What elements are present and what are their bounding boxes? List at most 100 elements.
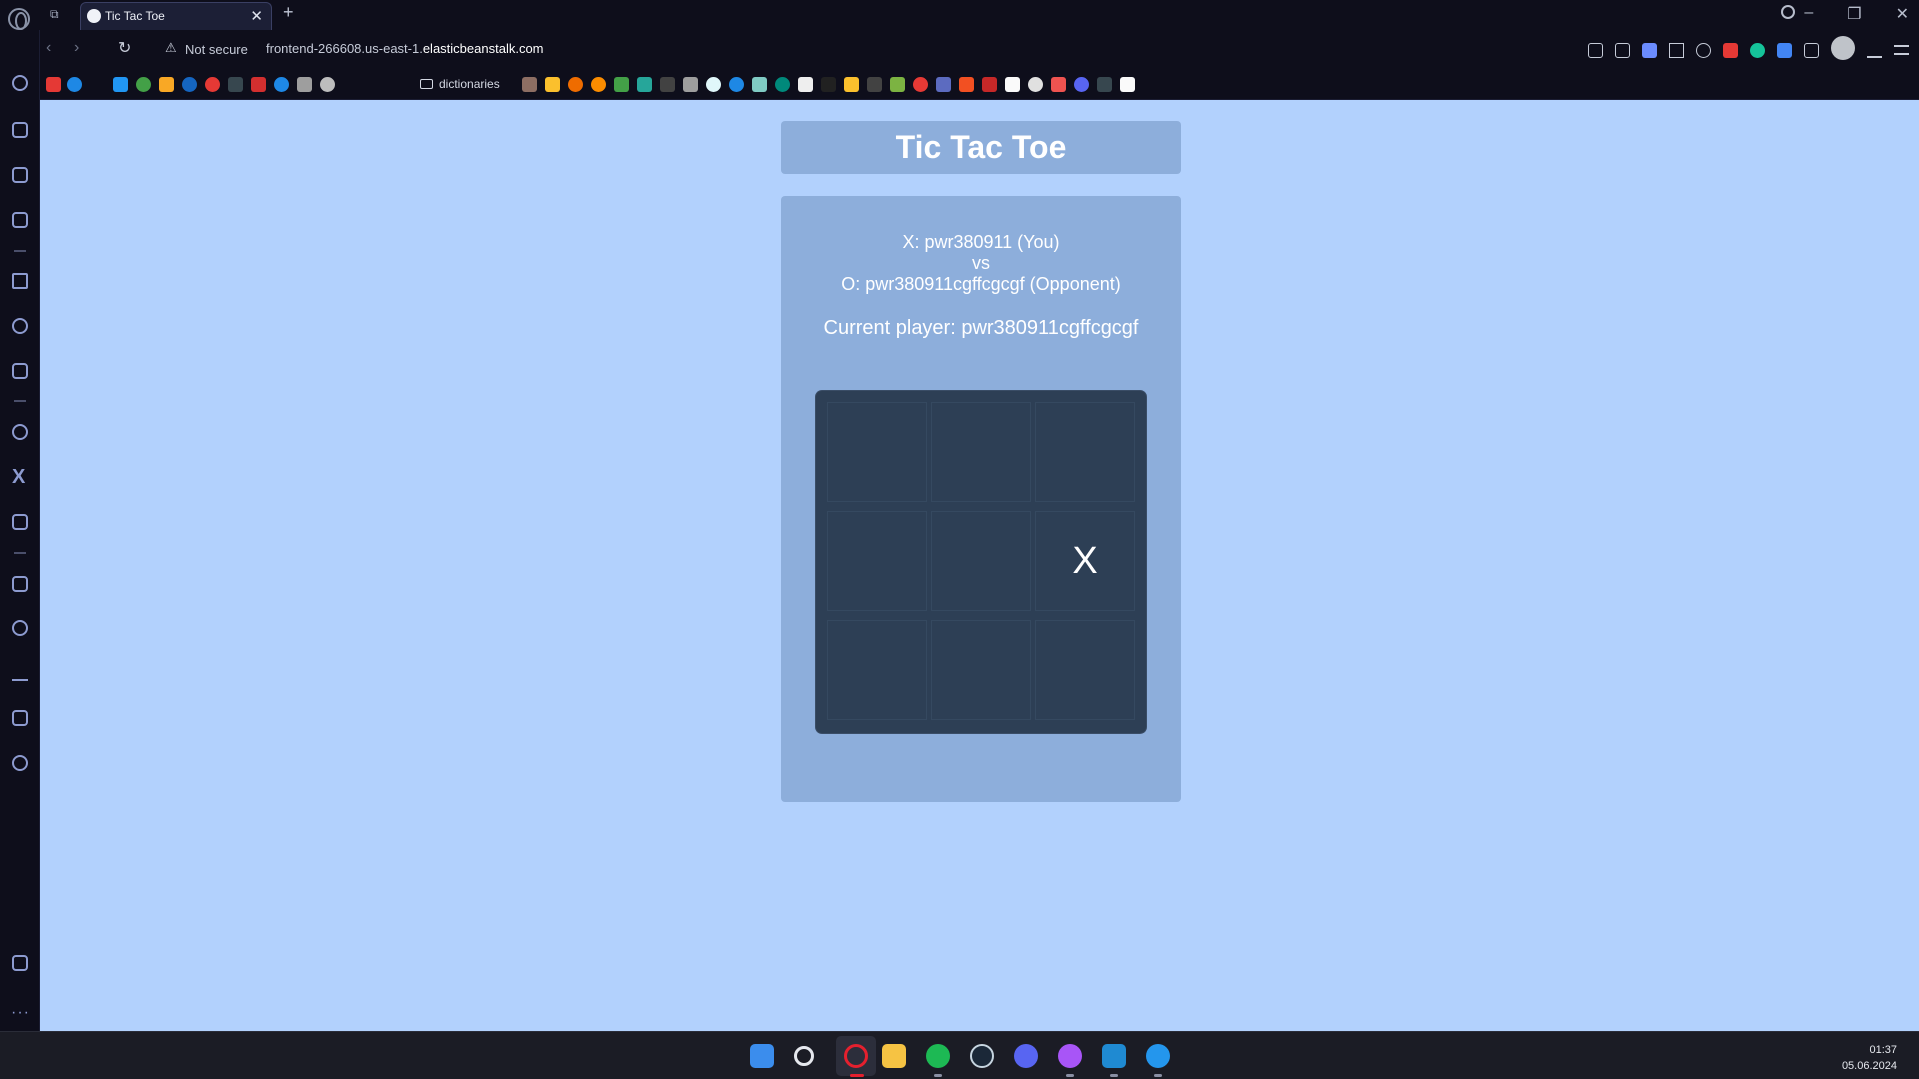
messenger-icon[interactable] <box>1058 1044 1082 1068</box>
bookmark-ring-icon[interactable] <box>775 77 790 92</box>
minimize-icon[interactable]: – <box>1804 4 1813 24</box>
tab-islands-icon[interactable]: ⧉ <box>50 7 66 21</box>
bookmark-play-icon[interactable] <box>182 77 197 92</box>
extensions-icon[interactable] <box>12 710 28 726</box>
bookmark-d-icon[interactable] <box>228 77 243 92</box>
workspace-icon[interactable] <box>12 212 28 228</box>
history-icon[interactable] <box>12 620 28 636</box>
chatgpt-icon[interactable] <box>12 318 28 334</box>
board-cell-2[interactable] <box>1035 402 1135 502</box>
camera-icon[interactable] <box>1615 42 1630 58</box>
board-cell-5[interactable]: X <box>1035 511 1135 611</box>
bookmark-n-icon[interactable] <box>1005 77 1020 92</box>
file-explorer-icon[interactable] <box>882 1044 906 1068</box>
my-flow-icon[interactable] <box>12 576 28 592</box>
bookmark-m-red-icon[interactable] <box>1051 77 1066 92</box>
edit-icon[interactable] <box>1588 42 1603 58</box>
grammarly-icon[interactable] <box>1750 42 1765 58</box>
tab-search-icon[interactable] <box>1781 5 1795 19</box>
extensions-cube-icon[interactable] <box>1804 42 1819 58</box>
reload-icon[interactable]: ↻ <box>118 38 131 58</box>
bookmark-w-icon[interactable] <box>545 77 560 92</box>
twitch-icon[interactable] <box>12 167 28 183</box>
speed-dial-icon[interactable] <box>12 75 28 91</box>
bookmark-pinterest-icon[interactable] <box>913 77 928 92</box>
messenger-sidebar-icon[interactable] <box>12 363 28 379</box>
restore-icon[interactable]: ❐ <box>1847 4 1861 24</box>
vpn-shield-icon[interactable] <box>1642 42 1657 58</box>
new-tab-button[interactable]: + <box>283 2 294 23</box>
system-clock[interactable]: 01:37 05.06.2024 <box>1842 1042 1897 1074</box>
bookmark-apps-icon[interactable] <box>113 77 128 92</box>
warning-icon[interactable]: ⚠ <box>165 40 177 56</box>
close-window-icon[interactable]: ✕ <box>1896 4 1909 24</box>
back-icon[interactable]: ‹ <box>46 39 51 57</box>
opera-gx-icon[interactable] <box>844 1044 868 1068</box>
bookmark-doc-icon[interactable] <box>660 77 675 92</box>
bookmark-b-white-icon[interactable] <box>1120 77 1135 92</box>
bookmark-people-icon[interactable] <box>936 77 951 92</box>
gallery-icon[interactable] <box>12 955 28 971</box>
discord-icon[interactable] <box>1014 1044 1038 1068</box>
bookmark-duolingo-icon[interactable] <box>890 77 905 92</box>
bookmark-crown-icon[interactable] <box>297 77 312 92</box>
steam-icon[interactable] <box>970 1044 994 1068</box>
shopping-icon[interactable] <box>12 122 28 138</box>
translate-icon[interactable] <box>1777 42 1792 58</box>
docker-icon[interactable] <box>1146 1044 1170 1068</box>
heart-icon[interactable] <box>1696 42 1711 58</box>
bookmark-x-icon[interactable] <box>844 77 859 92</box>
bookmark-mail-icon[interactable] <box>159 77 174 92</box>
board-cell-7[interactable] <box>931 620 1031 720</box>
bookmark-bird-icon[interactable] <box>706 77 721 92</box>
bookmark-apple-icon[interactable] <box>320 77 335 92</box>
bookmark-red-icon[interactable] <box>251 77 266 92</box>
aria-icon[interactable] <box>12 273 28 289</box>
profile-avatar[interactable] <box>1831 36 1855 60</box>
search-icon[interactable] <box>794 1046 814 1066</box>
extension-tp-icon[interactable] <box>1723 42 1738 58</box>
bookmark-px-icon[interactable] <box>614 77 629 92</box>
bookmark-discord-icon[interactable] <box>1074 77 1089 92</box>
bookmark-youtube-icon[interactable] <box>46 77 61 92</box>
bookmark-orange-icon[interactable] <box>568 77 583 92</box>
bookmark-chart-icon[interactable] <box>1097 77 1112 92</box>
tab-close-icon[interactable]: ✕ <box>250 7 263 25</box>
bookmark-page-icon[interactable] <box>867 77 882 92</box>
bookmark-file-icon[interactable] <box>821 77 836 92</box>
windows-start-icon[interactable] <box>750 1044 774 1068</box>
bookmark-brown-icon[interactable] <box>522 77 537 92</box>
board-cell-0[interactable] <box>827 402 927 502</box>
security-label[interactable]: Not secure <box>185 42 248 57</box>
bookmark-gray-icon[interactable] <box>683 77 698 92</box>
bookmark-map-icon[interactable] <box>637 77 652 92</box>
downloads-icon[interactable] <box>12 665 28 681</box>
bookmark-notion-icon[interactable] <box>798 77 813 92</box>
forward-icon[interactable]: › <box>74 39 79 57</box>
whatsapp-icon[interactable] <box>12 424 28 440</box>
bookmark-24-icon[interactable] <box>982 77 997 92</box>
more-options-icon[interactable]: ··· <box>11 1004 30 1022</box>
board-cell-4[interactable] <box>931 511 1031 611</box>
bookmark-m-icon[interactable] <box>205 77 220 92</box>
bookmark-github-icon[interactable] <box>1028 77 1043 92</box>
board-cell-6[interactable] <box>827 620 927 720</box>
easy-setup-icon[interactable] <box>1894 45 1909 55</box>
bookmark-blue-circle-icon[interactable] <box>729 77 744 92</box>
bookmark-folder-dictionaries[interactable]: dictionaries <box>420 77 500 91</box>
discord-sidebar-icon[interactable] <box>12 514 28 530</box>
send-icon[interactable] <box>1669 42 1684 58</box>
board-cell-1[interactable] <box>931 402 1031 502</box>
bookmark-chatgpt-icon[interactable] <box>136 77 151 92</box>
board-cell-3[interactable] <box>827 511 927 611</box>
vscode-icon[interactable] <box>1102 1044 1126 1068</box>
board-cell-8[interactable] <box>1035 620 1135 720</box>
bookmark-teal-icon[interactable] <box>752 77 767 92</box>
bookmark-globe-icon[interactable] <box>274 77 289 92</box>
x-twitter-icon[interactable]: X <box>12 467 28 487</box>
opera-menu-icon[interactable] <box>8 8 30 30</box>
bookmark-microsoft-icon[interactable] <box>959 77 974 92</box>
url-field[interactable]: frontend-266608.us-east-1.elasticbeansta… <box>266 41 544 56</box>
bookmark-c-icon[interactable] <box>67 77 82 92</box>
download-icon[interactable] <box>1867 43 1882 58</box>
